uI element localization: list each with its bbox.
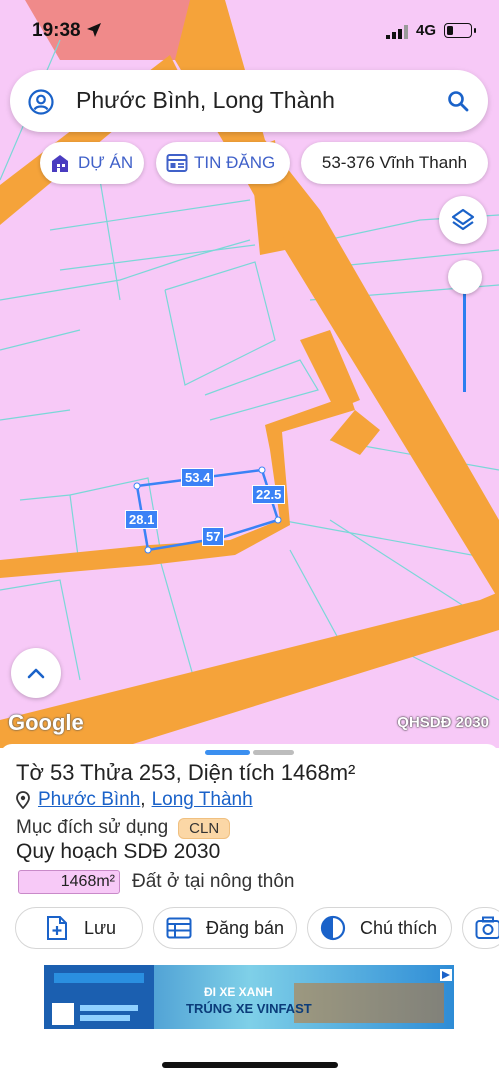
home-indicator[interactable]	[162, 1062, 338, 1068]
camera-icon	[475, 916, 499, 939]
search-bar[interactable]: Phước Bình, Long Thành	[10, 70, 488, 132]
search-icon[interactable]	[446, 89, 470, 113]
map-view[interactable]: 53.4 28.1 22.5 57 19:38 4G Phước Bình, L…	[0, 0, 499, 748]
search-title[interactable]: Phước Bình, Long Thành	[76, 87, 335, 114]
layers-button[interactable]	[439, 196, 487, 244]
sheet-page-indicator-active[interactable]	[205, 750, 250, 755]
parcel-location: Phước Bình , Long Thành	[16, 789, 253, 811]
location-separator: ,	[140, 789, 146, 810]
save-button-label: Lưu	[84, 917, 117, 938]
ad-line-2: TRÚNG XE VINFAST	[186, 1001, 312, 1016]
status-time: 19:38	[32, 20, 81, 41]
add-document-icon	[47, 916, 67, 940]
account-icon[interactable]	[28, 89, 54, 115]
network-label: 4G	[416, 22, 437, 39]
plan-title: Quy hoạch SDĐ 2030	[16, 840, 221, 863]
expand-up-button[interactable]	[11, 648, 61, 698]
parcel-info-sheet[interactable]: Tờ 53 Thửa 253, Diện tích 1468m² Phước B…	[0, 744, 499, 1080]
parcel-title: Tờ 53 Thửa 253, Diện tích 1468m²	[16, 760, 356, 785]
chip-parcel-code-label: 53-376 Vĩnh Thanh	[321, 153, 468, 172]
ward-link[interactable]: Phước Bình	[38, 789, 140, 811]
legend-button[interactable]: Chú thích	[307, 907, 452, 949]
google-logo: Google	[8, 710, 84, 735]
plan-legend-desc: Đất ở tại nông thôn	[132, 871, 295, 892]
measure-left-label: 28.1	[125, 510, 159, 529]
land-use-label: Mục đích sử dụng	[16, 817, 169, 838]
listing-icon	[166, 917, 192, 939]
measure-top-label: 53.4	[181, 468, 215, 487]
opacity-slider-knob[interactable]	[448, 260, 482, 294]
chip-parcel-code[interactable]: 53-376 Vĩnh Thanh	[301, 142, 488, 184]
legend-button-label: Chú thích	[360, 917, 438, 938]
status-bar: 19:38 4G	[0, 0, 499, 60]
chip-tin-dang[interactable]: TIN ĐĂNG	[156, 142, 290, 184]
chevron-up-icon	[27, 668, 45, 679]
post-sale-button[interactable]: Đăng bán	[153, 907, 297, 949]
listing-icon	[166, 154, 188, 172]
measure-bottom-label: 57	[202, 527, 225, 546]
building-icon	[52, 155, 68, 172]
ad-line-1: ĐI XE XANH	[204, 985, 273, 999]
measure-right-label: 22.5	[252, 485, 286, 504]
chip-tin-dang-label: TIN ĐĂNG	[194, 153, 276, 172]
opacity-slider-track[interactable]	[463, 280, 466, 392]
chip-du-an-label: DỰ ÁN	[78, 153, 134, 172]
layers-icon	[451, 208, 475, 231]
battery-icon	[444, 23, 476, 38]
land-use-row: Mục đích sử dụng CLN	[16, 817, 231, 839]
contrast-icon	[320, 915, 346, 941]
ad-banner[interactable]: ĐI XE XANH TRÚNG XE VINFAST	[44, 965, 454, 1029]
chip-du-an[interactable]: DỰ ÁN	[40, 142, 144, 184]
location-arrow-icon	[87, 23, 101, 37]
plan-area-swatch: 1468m²	[18, 870, 120, 894]
location-pin-icon	[16, 791, 30, 809]
map-layer-label: QHSDĐ 2030	[397, 714, 489, 731]
district-link[interactable]: Long Thành	[152, 789, 253, 811]
camera-button[interactable]	[462, 907, 499, 949]
post-sale-button-label: Đăng bán	[206, 917, 285, 938]
save-button[interactable]: Lưu	[15, 907, 143, 949]
sheet-page-indicator[interactable]	[253, 750, 294, 755]
land-use-badge: CLN	[178, 817, 231, 839]
plan-legend-row: 1468m² Đất ở tại nông thôn	[18, 870, 294, 894]
signal-icon	[386, 25, 408, 39]
